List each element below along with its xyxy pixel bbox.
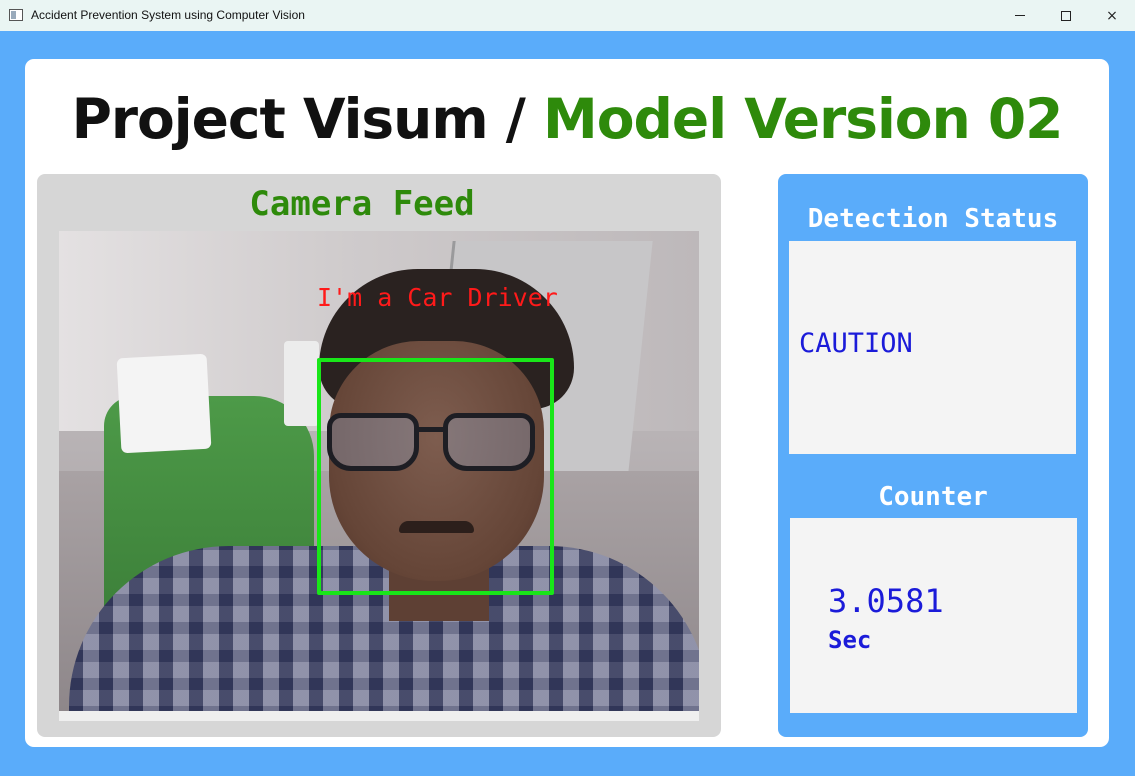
counter-value: 3.0581 bbox=[828, 582, 944, 620]
maximize-icon bbox=[1061, 10, 1071, 21]
counter-title: Counter bbox=[878, 482, 988, 512]
close-button[interactable]: × bbox=[1089, 0, 1135, 31]
main-card: Project Visum / Model Version 02 Camera … bbox=[25, 59, 1109, 747]
maximize-button[interactable] bbox=[1043, 0, 1089, 31]
title-bar[interactable]: Accident Prevention System using Compute… bbox=[0, 0, 1135, 31]
status-panel: Detection Status CAUTION Counter 3.0581 … bbox=[778, 174, 1088, 737]
camera-feed: I'm a Car Driver bbox=[59, 231, 699, 711]
feed-white-cloth-2 bbox=[284, 341, 319, 426]
counter-unit: Sec bbox=[828, 626, 872, 654]
project-name: Project Visum / bbox=[71, 87, 544, 151]
camera-panel: Camera Feed I'm a Car Driver bbox=[37, 174, 721, 737]
model-version: Model Version 02 bbox=[543, 87, 1063, 151]
detection-overlay-label: I'm a Car Driver bbox=[317, 283, 558, 312]
minimize-icon bbox=[1015, 15, 1025, 16]
close-icon: × bbox=[1106, 7, 1118, 24]
detection-status-title: Detection Status bbox=[807, 204, 1059, 234]
detection-status-value: CAUTION bbox=[799, 328, 913, 359]
page-title: Project Visum / Model Version 02 bbox=[25, 87, 1109, 151]
counter-box: 3.0581 Sec bbox=[790, 518, 1077, 713]
camera-title: Camera Feed bbox=[249, 184, 475, 224]
window-title: Accident Prevention System using Compute… bbox=[31, 8, 305, 22]
detection-status-box: CAUTION bbox=[789, 241, 1076, 454]
minimize-button[interactable] bbox=[997, 0, 1043, 31]
face-detection-box bbox=[317, 358, 554, 595]
feed-bottom-strip bbox=[59, 711, 699, 721]
app-icon bbox=[9, 9, 23, 21]
app-window: Accident Prevention System using Compute… bbox=[0, 0, 1135, 776]
feed-white-cloth bbox=[116, 353, 212, 454]
